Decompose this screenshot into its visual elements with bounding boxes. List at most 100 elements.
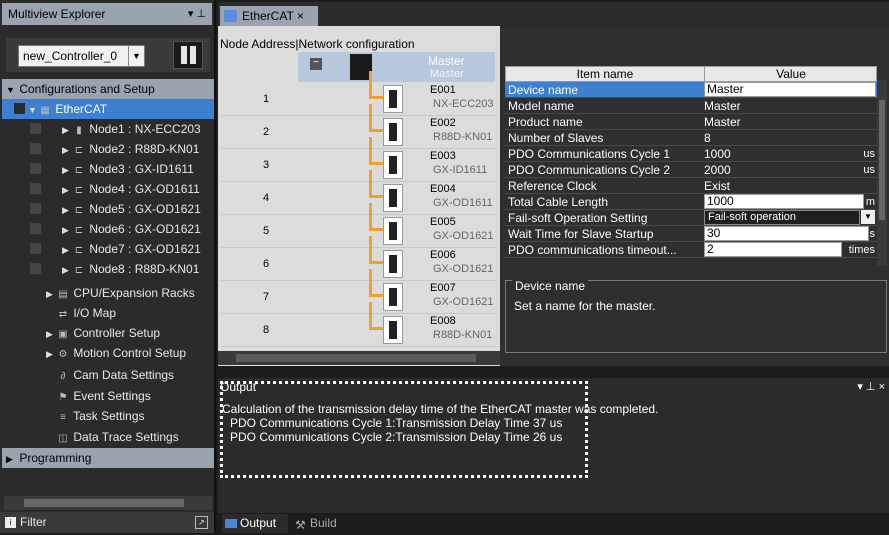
tree-item-node2[interactable]: ▶ ⊏ Node2 : R88D-KN01 [0,139,214,159]
tree-item-node8[interactable]: ▶ ⊏ Node8 : R88D-KN01 [0,259,214,279]
tree-item-node3[interactable]: ▶ ⊏ Node3 : GX-ID1611 [0,159,214,179]
expand-icon[interactable]: ▶ [62,140,72,159]
device-name-input[interactable]: Master [704,82,876,97]
master-node[interactable]: − Master Master [298,52,495,82]
expand-icon[interactable]: ▼ [28,100,38,119]
description-text: Set a name for the master. [514,299,656,313]
collapse-icon[interactable]: − [310,58,322,70]
prop-value[interactable]: 1000 [704,146,876,162]
scroll-thumb[interactable] [879,100,885,220]
prop-row[interactable]: PDO Communications Cycle 2 2000 us [505,162,877,178]
checkbox-icon [30,143,41,154]
tree-item-motion-setup[interactable]: ▶ ⚙ Motion Control Setup [0,343,214,363]
device-icon [383,217,403,245]
cable-icon [369,71,383,99]
expand-icon[interactable]: ▼ [6,80,16,99]
prop-value[interactable]: 2000 [704,162,876,178]
tab-build[interactable]: ⚒ Build [292,514,352,533]
cable-icon [369,302,383,330]
scroll-thumb[interactable] [236,354,476,362]
prop-row-device-name[interactable]: Device name Master [505,82,877,98]
expand-icon[interactable]: ▶ [46,324,56,343]
prop-row[interactable]: Fail-soft Operation Setting Fail-soft ope… [505,210,877,226]
master-title: Master [428,54,465,68]
network-node-row[interactable]: 7 E007 GX-OD1621 [221,269,497,314]
filter-toggle-icon[interactable]: ↗ [195,516,208,529]
tree-item-node7[interactable]: ▶ ⊏ Node7 : GX-OD1621 [0,239,214,259]
expand-icon[interactable]: ▶ [62,160,72,179]
tree-item-data-trace[interactable]: ◫ Data Trace Settings [0,427,214,447]
tab-output[interactable]: Output [222,514,288,533]
tree-programming[interactable]: ▶ Programming [2,448,214,468]
tree-item-node4[interactable]: ▶ ⊏ Node4 : GX-OD1611 [0,179,214,199]
prop-row[interactable]: PDO communications timeout... 2 times [505,242,877,258]
expand-icon[interactable]: ▶ [6,449,16,468]
pin-icon[interactable]: ▾ ⊥ [188,3,206,25]
node-address: 2 [263,126,270,138]
controller-select[interactable]: new_Controller_0 ▼ [18,45,145,67]
node-address: 1 [263,93,270,105]
expand-icon[interactable]: ▶ [62,240,72,259]
pin-icon[interactable]: ▾ ⊥ × [857,378,885,396]
network-node-row[interactable]: 2 E002 R88D-KN01 [221,104,497,149]
output-icon [225,519,237,528]
explorer-hscrollbar[interactable] [4,496,212,510]
failsoft-select[interactable]: Fail-soft operation [704,210,860,225]
tab-ethercat[interactable]: EtherCAT × [220,6,318,26]
filter-bar[interactable]: i Filter ↗ [0,512,214,533]
network-hscrollbar[interactable] [218,351,500,365]
prop-row[interactable]: Total Cable Length 1000 m [505,194,877,210]
cable-length-input[interactable]: 1000 [704,194,864,209]
expand-icon[interactable]: ▶ [62,260,72,279]
tree-item-cpu-racks[interactable]: ▶ ▤ CPU/Expansion Racks [0,283,214,303]
network-node-row[interactable]: 8 E008 R88D-KN01 [221,302,497,347]
prop-key: Product name [508,115,583,129]
close-icon[interactable]: × [297,9,304,23]
explorer-title: Multiview Explorer ▾ ⊥ [2,3,212,25]
tree-item-node1[interactable]: ▶ ▮ Node1 : NX-ECC203 [0,119,214,139]
device-icon [383,316,403,344]
network-node-row[interactable]: 5 E005 GX-OD1621 [221,203,497,248]
network-header: Node Address|Network configuration [218,37,500,51]
prop-row[interactable]: PDO Communications Cycle 1 1000 us [505,146,877,162]
prop-row: Reference Clock Exist [505,178,877,194]
tree-item-node5[interactable]: ▶ ⊏ Node5 : GX-OD1621 [0,199,214,219]
tree-item-event-settings[interactable]: ⚑ Event Settings [0,386,214,406]
network-node-row[interactable]: 4 E004 GX-OD1611 [221,170,497,215]
node-id: E002 [430,117,456,129]
device-icon: ⊏ [74,145,84,156]
network-node-row[interactable]: 6 E006 GX-OD1621 [221,236,497,281]
tree-item-task-settings[interactable]: ≡ Task Settings [0,406,214,426]
prop-row: Model name Master [505,98,877,114]
network-node-row[interactable]: 1 E001 NX-ECC203 [221,71,497,116]
expand-icon[interactable]: ▶ [62,220,72,239]
ethercat-icon: ▦ [40,105,50,116]
tree-item-cam-data[interactable]: ∂ Cam Data Settings [0,365,214,385]
controller-icon[interactable] [173,41,203,69]
tree-item-node6[interactable]: ▶ ⊏ Node6 : GX-OD1621 [0,219,214,239]
timeout-input[interactable]: 2 [704,242,842,257]
tree-configurations-setup[interactable]: ▼ Configurations and Setup [2,79,214,99]
network-node-row[interactable]: 3 E003 GX-ID1611 [221,137,497,182]
tree-item-controller-setup[interactable]: ▶ ▣ Controller Setup [0,323,214,343]
prop-row[interactable]: Wait Time for Slave Startup 30 s [505,226,877,242]
expand-icon[interactable]: ▶ [62,120,72,139]
tree-label: Node3 : GX-ID1611 [89,162,194,176]
prop-row: Product name Master [505,114,877,130]
splitter[interactable] [218,366,889,378]
expand-icon[interactable]: ▶ [62,200,72,219]
wait-time-input[interactable]: 30 [704,226,869,241]
scroll-thumb[interactable] [24,499,184,507]
tree-label: Programming [19,451,92,465]
device-icon: ⊏ [74,265,84,276]
properties-vscrollbar[interactable] [877,80,887,266]
expand-icon[interactable]: ▶ [46,344,56,363]
info-icon: i [5,517,16,528]
node-id: E006 [430,249,456,261]
tree-item-io-map[interactable]: ⇄ I/O Map [0,303,214,323]
expand-icon[interactable]: ▶ [62,180,72,199]
chevron-down-icon[interactable]: ▼ [128,46,144,66]
chevron-down-icon[interactable]: ▼ [861,210,875,224]
expand-icon[interactable]: ▶ [46,284,56,303]
tree-item-ethercat[interactable]: ▼ ▦ EtherCAT [2,99,214,119]
